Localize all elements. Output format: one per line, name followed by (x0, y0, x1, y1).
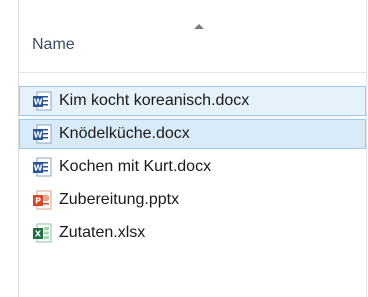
file-row-kochen-mit-kurt[interactable]: W Kochen mit Kurt.docx (19, 152, 366, 182)
file-row-kim-kocht-koreanisch[interactable]: W Kim kocht koreanisch.docx (19, 86, 366, 116)
svg-text:X: X (35, 230, 42, 239)
file-name-label: Knödelküche.docx (59, 125, 190, 142)
file-list-pane: Name W Kim kocht koreanisch.docx W Knöde… (0, 0, 368, 297)
column-header-name[interactable]: Name (32, 36, 75, 54)
svg-text:P: P (35, 197, 41, 206)
pane-right-border (366, 0, 367, 297)
svg-text:W: W (34, 131, 43, 140)
file-name-label: Kim kocht koreanisch.docx (59, 92, 250, 109)
svg-text:W: W (34, 164, 43, 173)
word-document-icon: W (32, 157, 52, 177)
file-name-label: Zubereitung.pptx (59, 191, 180, 208)
word-document-icon: W (32, 91, 52, 111)
file-row-zubereitung[interactable]: P Zubereitung.pptx (19, 185, 366, 215)
file-row-knoedelkueche[interactable]: W Knödelküche.docx (19, 119, 366, 149)
sort-ascending-icon[interactable] (194, 24, 204, 29)
svg-text:W: W (34, 98, 43, 107)
excel-document-icon: X (32, 223, 52, 243)
file-name-label: Zutaten.xlsx (59, 224, 146, 241)
column-header-row: Name (19, 0, 366, 73)
file-row-zutaten[interactable]: X Zutaten.xlsx (19, 218, 366, 248)
file-list: W Kim kocht koreanisch.docx W Knödelküch… (19, 86, 366, 251)
file-name-label: Kochen mit Kurt.docx (59, 158, 212, 175)
word-document-icon: W (32, 124, 52, 144)
powerpoint-document-icon: P (32, 190, 52, 210)
